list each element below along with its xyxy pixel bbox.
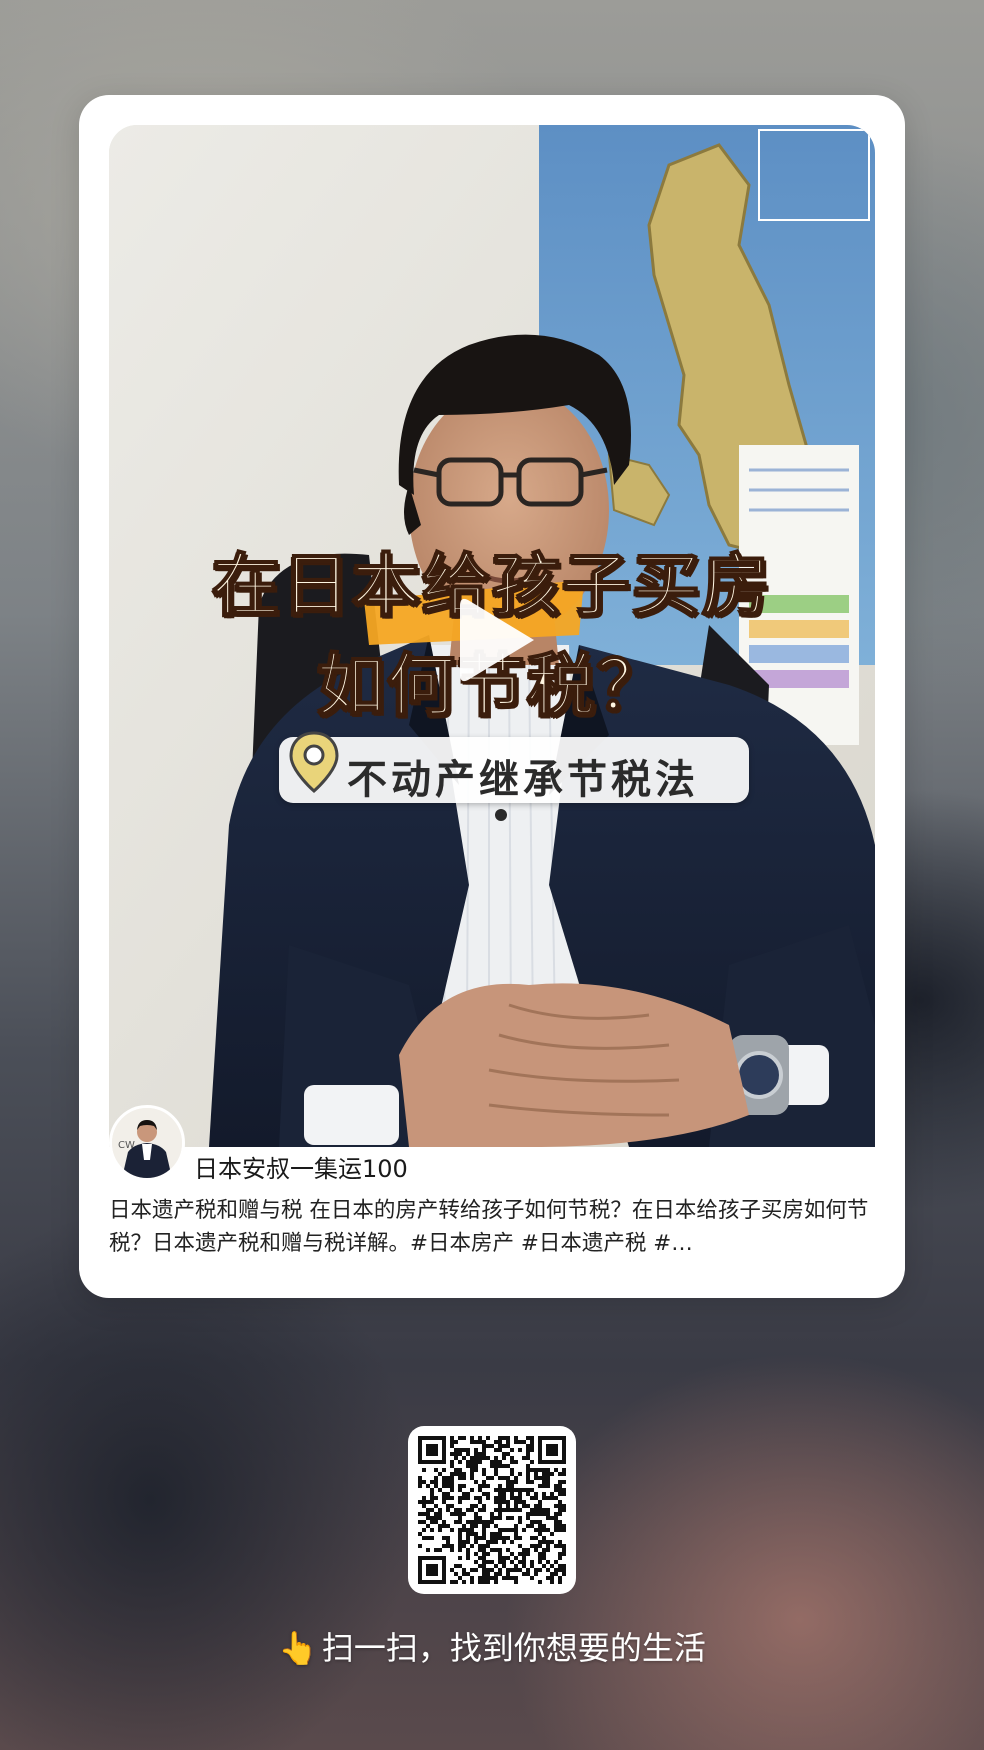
qr-code-icon (418, 1436, 566, 1584)
location-pin-icon (289, 731, 339, 793)
video-tag-text: 不动产继承节税法 (347, 756, 699, 803)
scan-caption-text: 扫一扫，找到你想要的生活 (321, 1629, 706, 1667)
video-description: 日本遗产税和赠与税 在日本的房产转给孩子如何节税？在日本给孩子买房如何节税？日本… (109, 1198, 869, 1256)
svg-text:CW: CW (118, 1140, 135, 1151)
qr-code (408, 1426, 576, 1594)
author-avatar[interactable]: CW (109, 1105, 185, 1181)
pointing-hand-icon: 👆 (278, 1629, 318, 1667)
author-name[interactable]: 日本安叔一集运100 (194, 1149, 408, 1184)
video-thumbnail[interactable]: 在日本给孩子买房 如何节税？ 不动产继承节税法 (109, 125, 875, 1147)
scan-caption: 👆 扫一扫，找到你想要的生活 (0, 1623, 984, 1669)
play-icon[interactable] (444, 590, 544, 690)
video-tag-pill: 不动产继承节税法 (279, 731, 749, 803)
video-share-card[interactable]: 在日本给孩子买房 如何节税？ 不动产继承节税法 CW 日本安叔一集运100 日本… (79, 95, 905, 1298)
author-row[interactable]: CW 日本安叔一集运100 (109, 1105, 875, 1185)
